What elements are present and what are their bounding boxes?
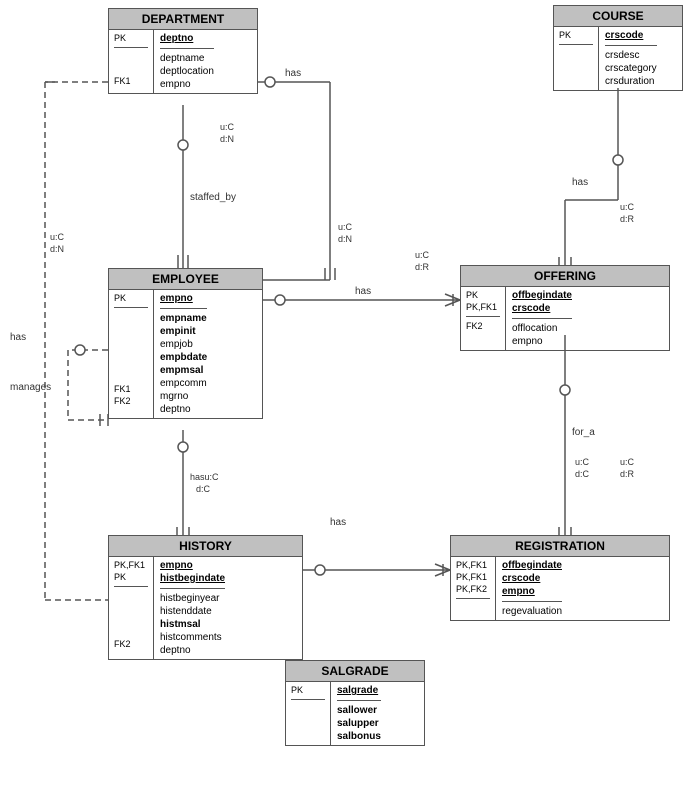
svg-text:d:C: d:C	[196, 484, 211, 494]
svg-text:d:N: d:N	[338, 234, 352, 244]
registration-keys: PK,FK1 PK,FK1 PK,FK2	[451, 557, 496, 620]
label-has-emp-offering: has	[355, 286, 371, 297]
svg-text:u:C: u:C	[338, 222, 353, 232]
svg-text:u:C: u:C	[620, 202, 635, 212]
employee-attrs: empno empname empinit empjob empbdate em…	[154, 290, 213, 418]
history-attrs: empno histbegindate histbeginyear histen…	[154, 557, 231, 659]
entity-registration: REGISTRATION PK,FK1 PK,FK1 PK,FK2 offbeg…	[450, 535, 670, 621]
svg-text:d:R: d:R	[415, 262, 430, 272]
svg-text:u:C: u:C	[620, 457, 635, 467]
svg-text:hasu:C: hasu:C	[190, 472, 219, 482]
svg-text:u:C: u:C	[415, 250, 430, 260]
entity-header-salgrade: SALGRADE	[286, 661, 424, 682]
history-keys: PK,FK1 PK FK2	[109, 557, 154, 659]
entity-history: HISTORY PK,FK1 PK FK2 empno histbegindat…	[108, 535, 303, 660]
entity-salgrade: SALGRADE PK salgrade sallower salupper s…	[285, 660, 425, 746]
entity-header-offering: OFFERING	[461, 266, 669, 287]
salgrade-keys: PK	[286, 682, 331, 745]
svg-text:d:C: d:C	[575, 469, 590, 479]
department-keys: PK FK1	[109, 30, 154, 93]
svg-text:d:N: d:N	[220, 134, 234, 144]
label-staffed-by: staffed_by	[190, 192, 236, 203]
svg-text:u:C: u:C	[575, 457, 590, 467]
label-has-course: has	[572, 177, 588, 188]
label-has-dept: has	[285, 68, 301, 79]
label-manages: manages	[10, 382, 51, 393]
entity-header-department: DEPARTMENT	[109, 9, 257, 30]
entity-header-course: COURSE	[554, 6, 682, 27]
svg-text:u:C: u:C	[50, 232, 65, 242]
svg-text:d:R: d:R	[620, 469, 635, 479]
label-has-emp-history: has	[330, 517, 346, 528]
entity-offering: OFFERING PK PK,FK1 FK2 offbegindate crsc…	[460, 265, 670, 351]
entity-header-history: HISTORY	[109, 536, 302, 557]
registration-attrs: offbegindate crscode empno regevaluation	[496, 557, 568, 620]
svg-text:d:R: d:R	[620, 214, 635, 224]
label-for-a: for_a	[572, 427, 595, 438]
course-attrs: crscode crsdesc crscategory crsduration	[599, 27, 663, 90]
course-keys: PK	[554, 27, 599, 90]
offering-keys: PK PK,FK1 FK2	[461, 287, 506, 350]
entity-header-registration: REGISTRATION	[451, 536, 669, 557]
entity-header-employee: EMPLOYEE	[109, 269, 262, 290]
svg-text:u:C: u:C	[220, 122, 235, 132]
entity-employee: EMPLOYEE PK FK1 FK2 empno empname empini…	[108, 268, 263, 419]
svg-text:d:N: d:N	[50, 244, 64, 254]
entity-department: DEPARTMENT PK FK1 deptno deptname deptlo…	[108, 8, 258, 94]
department-attrs: deptno deptname deptlocation empno	[154, 30, 220, 93]
salgrade-attrs: salgrade sallower salupper salbonus	[331, 682, 387, 745]
employee-keys: PK FK1 FK2	[109, 290, 154, 418]
label-has-left: has	[10, 332, 26, 343]
entity-course: COURSE PK crscode crsdesc crscategory cr…	[553, 5, 683, 91]
diagram-container: DEPARTMENT PK FK1 deptno deptname deptlo…	[0, 0, 690, 803]
offering-attrs: offbegindate crscode offlocation empno	[506, 287, 578, 350]
